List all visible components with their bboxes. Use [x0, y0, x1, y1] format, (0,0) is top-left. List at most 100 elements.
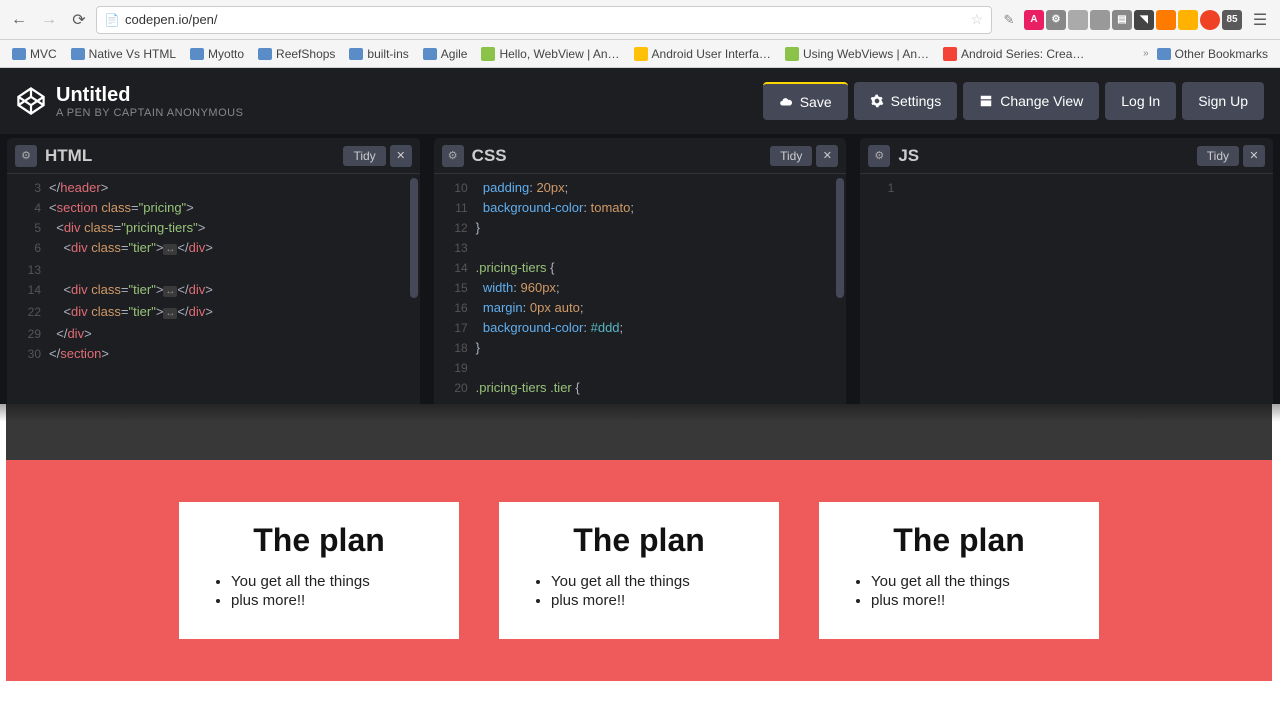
codepen-header: Untitled A PEN BY CAPTAIN ANONYMOUS Save… — [0, 68, 1280, 134]
editor-row: ⚙ HTML Tidy ✕ 3</header> 4<section class… — [0, 134, 1280, 404]
browser-menu-button[interactable]: ☰ — [1246, 6, 1274, 34]
cloud-icon — [779, 95, 793, 109]
folder-icon — [349, 48, 363, 60]
edit-icon[interactable]: ✎ — [996, 7, 1022, 33]
panel-header: ⚙ CSS Tidy ✕ — [434, 138, 847, 174]
change-view-button[interactable]: Change View — [963, 82, 1099, 120]
bookmark-item[interactable]: MVC — [6, 44, 63, 64]
signup-button[interactable]: Sign Up — [1182, 82, 1264, 120]
panel-title: JS — [898, 146, 1196, 166]
js-editor[interactable]: 1 — [860, 174, 1273, 404]
css-panel: ⚙ CSS Tidy ✕ 10 padding: 20px; 11 backgr… — [434, 138, 847, 404]
folder-icon — [12, 48, 26, 60]
bookmark-item[interactable]: Myotto — [184, 44, 250, 64]
page-icon: 📄 — [105, 13, 119, 27]
ext-icon-5[interactable]: ▤ — [1112, 10, 1132, 30]
html-panel: ⚙ HTML Tidy ✕ 3</header> 4<section class… — [7, 138, 420, 404]
other-bookmarks-button[interactable]: Other Bookmarks — [1151, 44, 1274, 64]
browser-toolbar: ← → ⟳ 📄 codepen.io/pen/ ☆ ✎ A ⚙ ▤ ◥ 85 ☰ — [0, 0, 1280, 40]
gear-icon — [870, 94, 884, 108]
site-icon — [943, 47, 957, 61]
ext-icon-1[interactable]: A — [1024, 10, 1044, 30]
close-panel-icon[interactable]: ✕ — [816, 145, 838, 167]
tidy-button[interactable]: Tidy — [770, 146, 812, 166]
site-icon — [481, 47, 495, 61]
feature-item: plus more!! — [871, 592, 1075, 609]
tier-title: The plan — [523, 522, 755, 559]
ext-icon-3[interactable] — [1068, 10, 1088, 30]
folder-icon — [1157, 48, 1171, 60]
panel-settings-icon[interactable]: ⚙ — [442, 145, 464, 167]
feature-item: plus more!! — [551, 592, 755, 609]
overflow-chevron-icon[interactable]: » — [1143, 48, 1149, 59]
feature-item: plus more!! — [231, 592, 435, 609]
ext-icon-8[interactable] — [1178, 10, 1198, 30]
html-editor[interactable]: 3</header> 4<section class="pricing"> 5 … — [7, 174, 420, 404]
bookmark-item[interactable]: Android User Interfa… — [628, 44, 777, 64]
ext-icon-4[interactable] — [1090, 10, 1110, 30]
feature-item: You get all the things — [551, 573, 755, 590]
bookmark-star-icon[interactable]: ☆ — [970, 11, 983, 28]
folder-icon — [423, 48, 437, 60]
bookmark-item[interactable]: Agile — [417, 44, 474, 64]
bookmark-item[interactable]: built-ins — [343, 44, 414, 64]
js-panel: ⚙ JS Tidy ✕ 1 — [860, 138, 1273, 404]
bookmark-item[interactable]: Hello, WebView | An… — [475, 44, 625, 64]
layout-icon — [979, 94, 993, 108]
logo-icon — [17, 87, 45, 115]
site-icon — [785, 47, 799, 61]
ext-icon-6[interactable]: ◥ — [1134, 10, 1154, 30]
tidy-button[interactable]: Tidy — [1197, 146, 1239, 166]
pricing-tiers: The plan You get all the things plus mor… — [159, 502, 1119, 639]
panel-settings-icon[interactable]: ⚙ — [15, 145, 37, 167]
panel-title: HTML — [45, 146, 343, 166]
site-icon — [634, 47, 648, 61]
pricing-tier: The plan You get all the things plus mor… — [179, 502, 459, 639]
extension-icons: ✎ A ⚙ ▤ ◥ 85 — [996, 7, 1242, 33]
preview-pane: The plan You get all the things plus mor… — [0, 404, 1280, 720]
tier-features: You get all the things plus more!! — [523, 573, 755, 609]
pricing-tier: The plan You get all the things plus mor… — [819, 502, 1099, 639]
pen-subtitle: A PEN BY CAPTAIN ANONYMOUS — [56, 107, 753, 119]
scrollbar[interactable] — [410, 178, 418, 298]
forward-button[interactable]: → — [36, 7, 62, 33]
close-panel-icon[interactable]: ✕ — [1243, 145, 1265, 167]
tier-title: The plan — [203, 522, 435, 559]
back-button[interactable]: ← — [6, 7, 32, 33]
ext-icon-9[interactable] — [1200, 10, 1220, 30]
url-bar[interactable]: 📄 codepen.io/pen/ ☆ — [96, 6, 992, 34]
ext-icon-badge[interactable]: 85 — [1222, 10, 1242, 30]
close-panel-icon[interactable]: ✕ — [390, 145, 412, 167]
tier-features: You get all the things plus more!! — [203, 573, 435, 609]
pen-title[interactable]: Untitled — [56, 84, 753, 107]
title-block: Untitled A PEN BY CAPTAIN ANONYMOUS — [56, 84, 753, 119]
pricing-tier: The plan You get all the things plus mor… — [499, 502, 779, 639]
feature-item: You get all the things — [231, 573, 435, 590]
tier-features: You get all the things plus more!! — [843, 573, 1075, 609]
bookmark-item[interactable]: ReefShops — [252, 44, 341, 64]
ext-icon-2[interactable]: ⚙ — [1046, 10, 1066, 30]
panel-settings-icon[interactable]: ⚙ — [868, 145, 890, 167]
tidy-button[interactable]: Tidy — [343, 146, 385, 166]
panel-header: ⚙ JS Tidy ✕ — [860, 138, 1273, 174]
bookmark-item[interactable]: Using WebViews | An… — [779, 44, 935, 64]
preview-header-bar — [6, 404, 1272, 460]
url-text: codepen.io/pen/ — [125, 12, 964, 27]
panel-title: CSS — [472, 146, 770, 166]
login-button[interactable]: Log In — [1105, 82, 1176, 120]
header-actions: Save Settings Change View Log In Sign Up — [763, 82, 1264, 120]
feature-item: You get all the things — [871, 573, 1075, 590]
scrollbar[interactable] — [836, 178, 844, 298]
reload-button[interactable]: ⟳ — [66, 7, 92, 33]
codepen-logo[interactable] — [16, 86, 46, 116]
ext-icon-7[interactable] — [1156, 10, 1176, 30]
folder-icon — [258, 48, 272, 60]
preview-pricing-section: The plan You get all the things plus mor… — [6, 460, 1272, 681]
save-button[interactable]: Save — [763, 82, 848, 120]
bookmark-item[interactable]: Native Vs HTML — [65, 44, 182, 64]
folder-icon — [190, 48, 204, 60]
panel-header: ⚙ HTML Tidy ✕ — [7, 138, 420, 174]
settings-button[interactable]: Settings — [854, 82, 958, 120]
css-editor[interactable]: 10 padding: 20px; 11 background-color: t… — [434, 174, 847, 404]
bookmark-item[interactable]: Android Series: Crea… — [937, 44, 1090, 64]
